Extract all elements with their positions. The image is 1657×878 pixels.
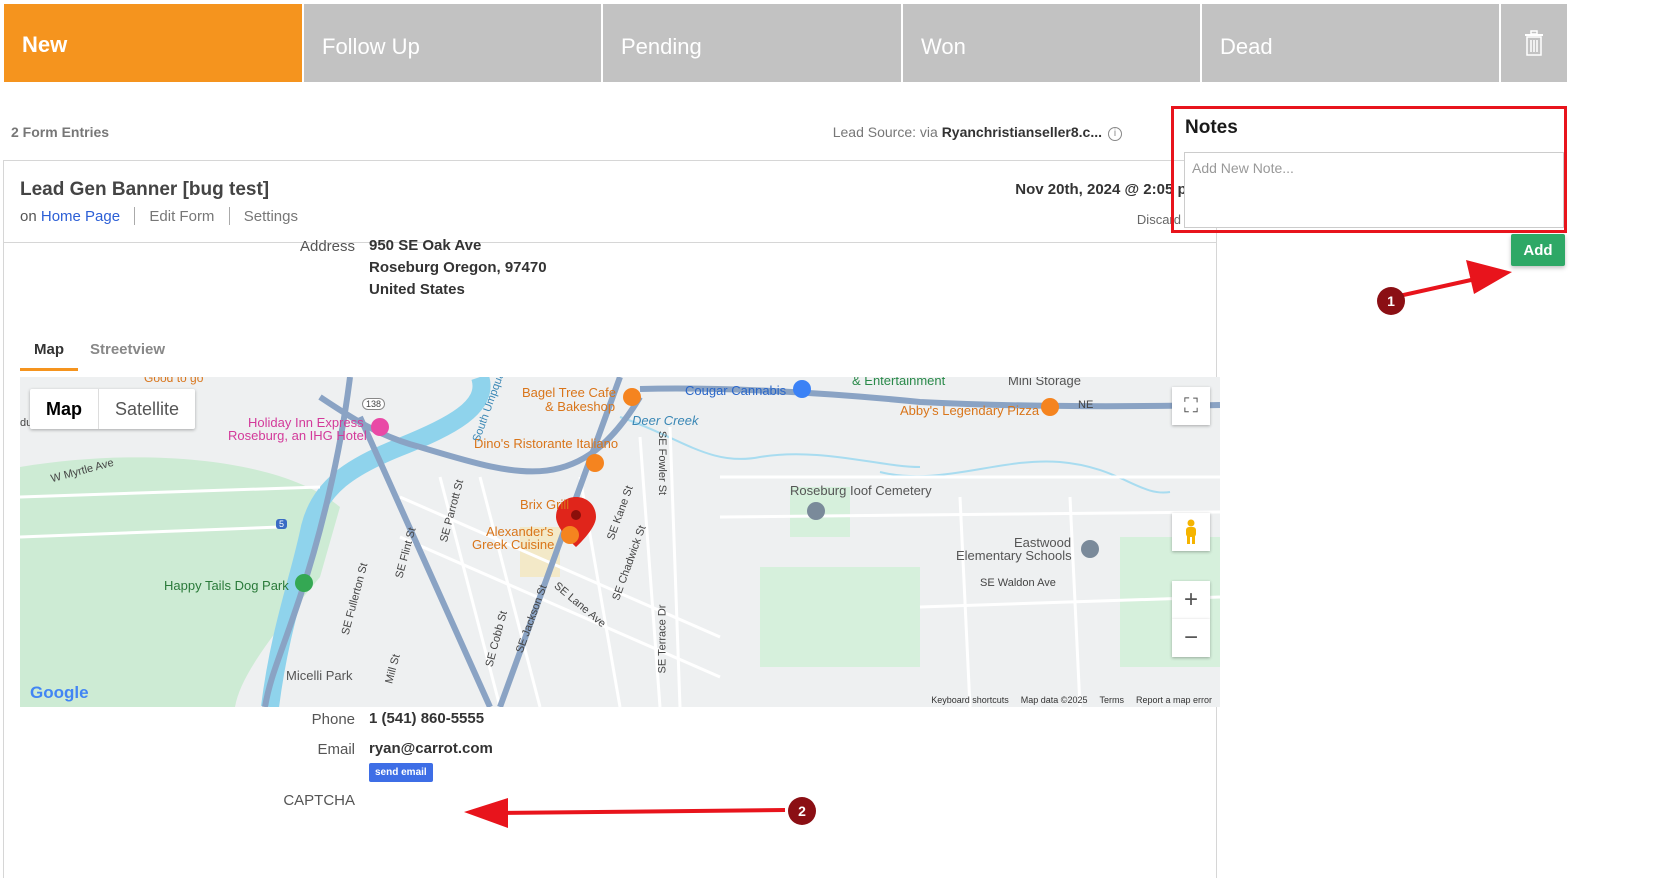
email-value: ryan@carrot.com <box>369 740 493 757</box>
map-type-map-button[interactable]: Map <box>30 389 99 429</box>
map-label: Brix Grill <box>520 497 570 512</box>
map-label: 5 <box>276 519 288 529</box>
home-page-link[interactable]: Home Page <box>41 208 120 225</box>
map-label: SE Terrace Dr <box>656 604 669 674</box>
map-label: Cougar Cannabis <box>685 383 787 398</box>
map-label: SE Waldon Ave <box>980 577 1056 589</box>
phone-label: Phone <box>311 711 355 728</box>
map-label: Good to go <box>144 377 204 385</box>
captcha-label: CAPTCHA <box>283 792 355 809</box>
terms-link[interactable]: Terms <box>1099 695 1124 705</box>
form-entry-card: Lead Gen Banner [bug test] on Home Page … <box>3 160 1220 878</box>
on-prefix: on <box>20 208 37 225</box>
map-data-label: Map data ©2025 <box>1020 695 1088 705</box>
tab-map[interactable]: Map <box>20 341 78 371</box>
stage-won[interactable]: Won <box>903 4 1201 82</box>
divider <box>134 207 136 225</box>
map-label: Bagel Tree Cafe <box>522 385 616 400</box>
lead-source-value: Ryanchristianseller8.c... <box>941 124 1102 140</box>
pipeline-stages: New Follow Up Pending Won Dead <box>0 0 1657 84</box>
map-label: 138 <box>362 398 386 410</box>
fullscreen-icon: ⛶ <box>1184 394 1198 417</box>
google-logo: Google <box>30 683 89 702</box>
map-label: SE Fowler St <box>656 430 669 496</box>
form-links: on Home Page Edit Form Settings <box>20 207 298 225</box>
add-note-input[interactable] <box>1184 152 1564 228</box>
edit-form-link[interactable]: Edit Form <box>149 208 214 225</box>
stage-pending[interactable]: Pending <box>603 4 902 82</box>
notes-title: Notes <box>1185 117 1238 138</box>
map-label: Happy Tails Dog Park <box>164 578 289 593</box>
email-label: Email <box>317 741 355 758</box>
callout-badge-1: 1 <box>1377 287 1405 315</box>
map-label: & Entertainment <box>852 377 946 388</box>
map-type-satellite-button[interactable]: Satellite <box>99 389 195 429</box>
stage-new[interactable]: New <box>4 4 303 82</box>
lead-source-prefix: Lead Source: via <box>832 124 942 140</box>
stage-dead[interactable]: Dead <box>1202 4 1500 82</box>
form-title: Lead Gen Banner [bug test] <box>20 179 270 200</box>
keyboard-shortcuts-link[interactable]: Keyboard shortcuts <box>931 695 1009 705</box>
map-footer: Keyboard shortcuts Map data ©2025 Terms … <box>931 695 1212 705</box>
minus-icon: − <box>1183 624 1198 651</box>
trash-icon <box>1525 30 1543 56</box>
address-label: Address <box>299 238 355 255</box>
notes-panel: Notes <box>1171 106 1567 233</box>
zoom-in-button[interactable]: + <box>1172 581 1210 619</box>
send-email-button[interactable]: send email <box>369 763 433 782</box>
pegman-icon <box>1186 519 1196 544</box>
stage-follow-up[interactable]: Follow Up <box>304 4 602 82</box>
zoom-out-button[interactable]: − <box>1172 619 1210 657</box>
map-label: Roseburg Ioof Cemetery <box>790 483 932 498</box>
form-entries-count: 2 Form Entries <box>11 124 110 140</box>
map-label: Deer Creek <box>632 413 699 428</box>
callout-badge-2: 2 <box>788 797 816 825</box>
phone-value: 1 (541) 860-5555 <box>369 710 485 727</box>
settings-link[interactable]: Settings <box>244 208 298 225</box>
lead-source: Lead Source: via Ryanchristianseller8.c.… <box>833 124 1122 141</box>
address-line-1: 950 SE Oak Ave <box>369 237 482 254</box>
map-label: Roseburg, an IHG Hotel <box>228 428 367 443</box>
map-label: Elementary Schools <box>956 548 1072 563</box>
plus-icon: + <box>1183 586 1198 613</box>
address-line-3: United States <box>369 281 465 298</box>
map-label: Greek Cuisine <box>472 537 555 552</box>
map-type-control: Map Satellite <box>30 389 196 429</box>
map-tabs: Map Streetview <box>20 341 1220 371</box>
divider <box>228 207 230 225</box>
map-label: Dino's Ristorante Italiano <box>474 436 619 451</box>
map-label: Abby's Legendary Pizza <box>900 403 1040 418</box>
map-label: NE <box>1078 399 1094 411</box>
map-label: Micelli Park <box>286 668 353 683</box>
pegman-button[interactable] <box>1172 513 1210 551</box>
address-line-2: Roseburg Oregon, 97470 <box>369 259 547 276</box>
map-label: Mini Storage <box>1008 377 1081 388</box>
fullscreen-button[interactable]: ⛶ <box>1172 387 1210 425</box>
map-embed[interactable]: Bagel Tree Cafe & Bakeshop Cougar Cannab… <box>20 377 1220 707</box>
add-note-button[interactable]: Add <box>1511 234 1565 266</box>
map-label: & Bakeshop <box>545 399 616 414</box>
info-icon[interactable]: i <box>1108 127 1122 141</box>
delete-lead-button[interactable] <box>1501 4 1567 82</box>
tab-streetview[interactable]: Streetview <box>90 341 165 368</box>
report-map-error-link[interactable]: Report a map error <box>1136 695 1212 705</box>
address-value: 950 SE Oak Ave Roseburg Oregon, 97470 Un… <box>369 235 547 301</box>
form-entry-header: Lead Gen Banner [bug test] on Home Page … <box>4 161 1216 243</box>
